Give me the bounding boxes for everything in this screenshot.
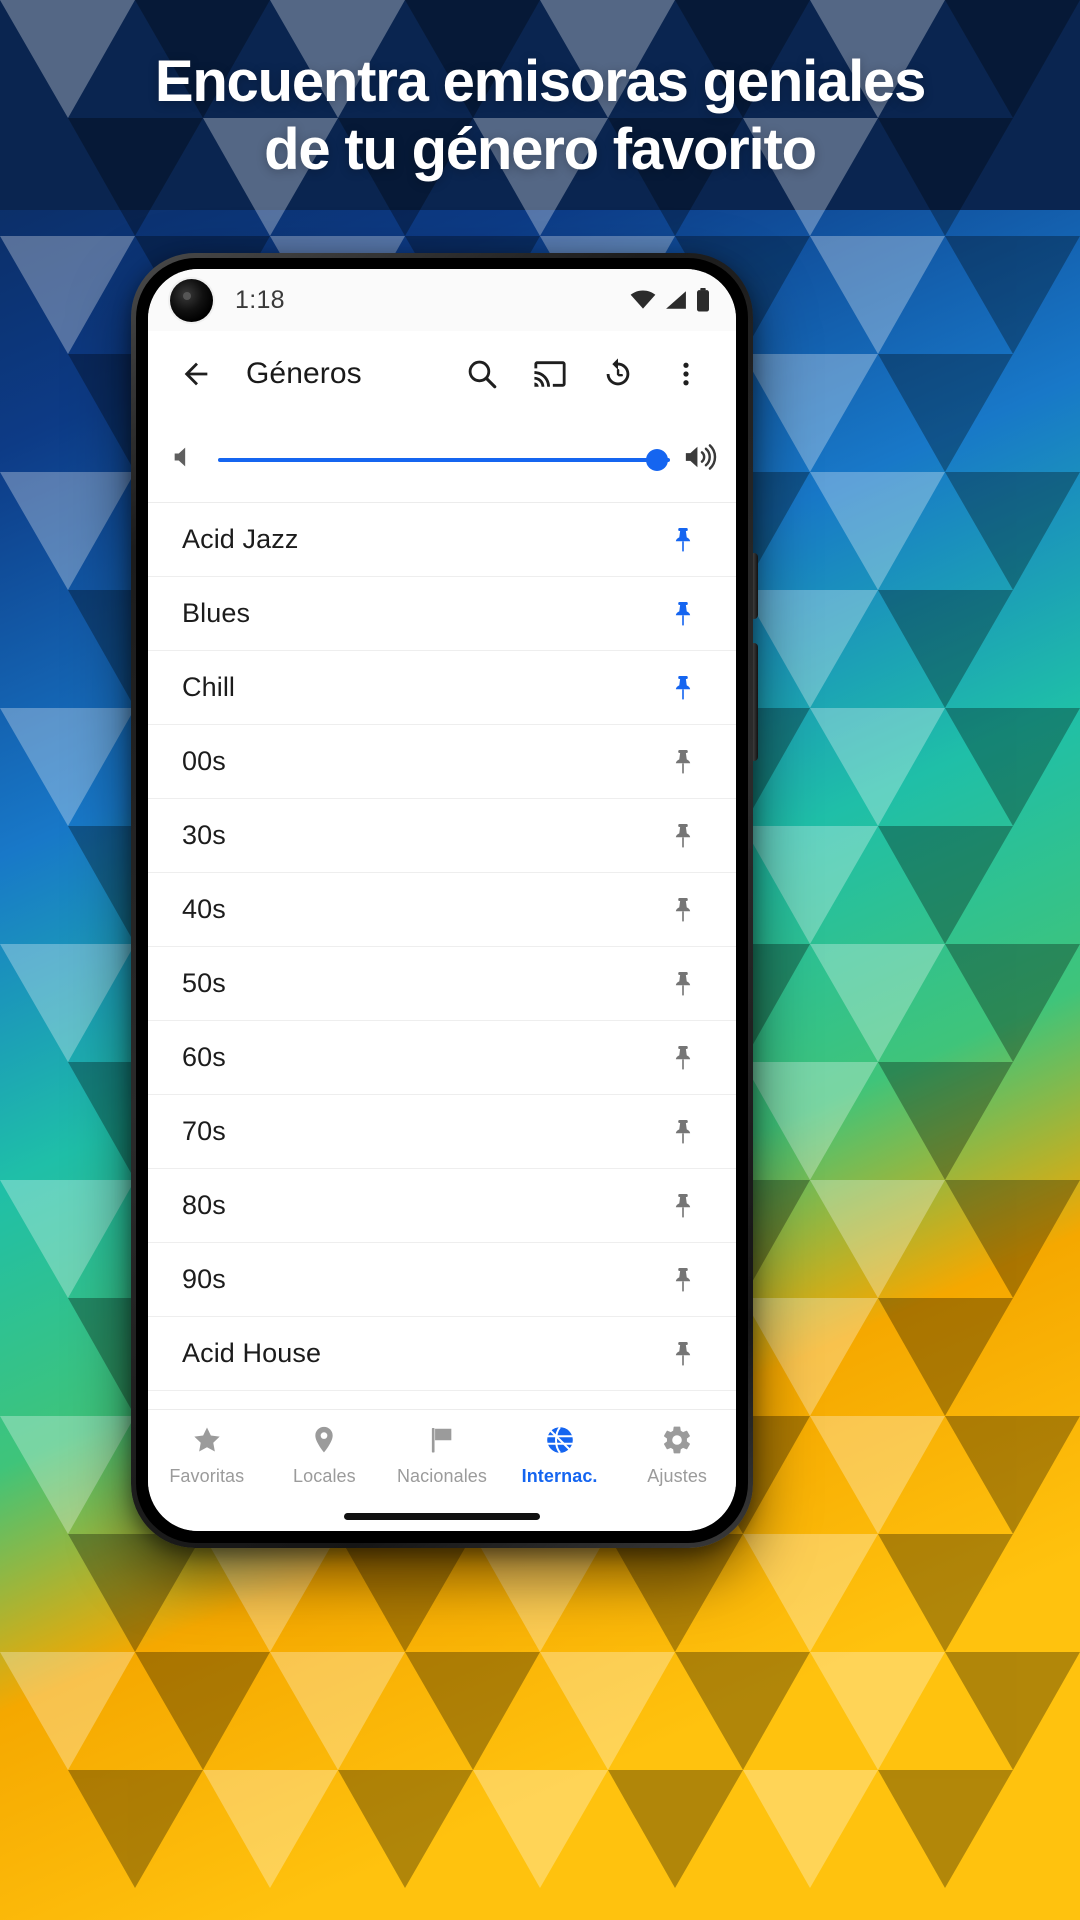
nav-item-label: Ajustes <box>647 1466 708 1486</box>
pin-icon-inactive[interactable] <box>660 1191 706 1221</box>
page-title: Géneros <box>246 357 362 390</box>
location-pin-icon <box>308 1424 340 1461</box>
nav-item-label: Locales <box>293 1466 356 1486</box>
pin-icon-inactive[interactable] <box>660 1117 706 1147</box>
overflow-menu-icon[interactable] <box>658 346 714 402</box>
bottom-navigation[interactable]: Favoritas Locales Nacionales Internac. Ajust… <box>148 1409 736 1501</box>
pin-icon-active[interactable] <box>660 599 706 629</box>
volume-slider[interactable] <box>218 445 670 475</box>
genre-label: 60s <box>182 1042 226 1072</box>
pin-icon-inactive[interactable] <box>660 1265 706 1295</box>
app-bar-actions <box>454 346 714 402</box>
phone-mockup: 1:18 Géneros Acid Jazz Blues Chill 00s 3… <box>131 253 758 1548</box>
genre-row[interactable]: 30s <box>148 799 736 873</box>
wifi-icon <box>630 290 656 309</box>
star-icon <box>191 1424 223 1461</box>
genre-label: 50s <box>182 968 226 998</box>
gesture-navigation-bar <box>148 1501 736 1531</box>
pin-icon-inactive[interactable] <box>660 969 706 999</box>
genre-label: Acid Jazz <box>182 524 299 554</box>
genre-row[interactable]: 60s <box>148 1021 736 1095</box>
genre-label: 40s <box>182 894 226 924</box>
genre-row[interactable]: Chill <box>148 651 736 725</box>
pin-icon-inactive[interactable] <box>660 1339 706 1369</box>
headline-line-1: Encuentra emisoras geniales <box>154 49 926 114</box>
nav-item-label: Nacionales <box>396 1466 488 1486</box>
genre-label: Acid House <box>182 1338 322 1368</box>
globe-icon <box>544 1424 576 1461</box>
volume-up-icon[interactable] <box>682 441 718 478</box>
status-bar: 1:18 <box>148 269 736 331</box>
battery-icon <box>697 288 709 312</box>
nav-item-label: Internac. <box>521 1466 598 1486</box>
nav-item-favoritas[interactable]: Favoritas <box>148 1410 266 1501</box>
genre-row[interactable]: 00s <box>148 725 736 799</box>
flag-icon <box>426 1424 458 1461</box>
volume-mute-icon[interactable] <box>170 443 198 476</box>
status-bar-icons <box>630 288 710 312</box>
volume-slider-track <box>218 457 670 462</box>
nav-item-internac[interactable]: Internac. <box>501 1410 619 1501</box>
genre-row[interactable]: 70s <box>148 1095 736 1169</box>
pin-icon-active[interactable] <box>660 525 706 555</box>
search-icon[interactable] <box>454 346 510 402</box>
nav-item-nacionales[interactable]: Nacionales <box>383 1410 501 1501</box>
pin-icon-active[interactable] <box>660 673 706 703</box>
genre-row[interactable]: Acid House <box>148 1317 736 1391</box>
genre-row[interactable]: Acid Jazz <box>148 503 736 577</box>
genre-row[interactable]: 90s <box>148 1243 736 1317</box>
page-headline: Encuentra emisoras geniales de tu género… <box>0 48 1080 184</box>
genre-list[interactable]: Acid Jazz Blues Chill 00s 30s 40s 50s 60s 70s 80s… <box>148 503 736 1409</box>
back-arrow-icon[interactable] <box>168 346 224 402</box>
genre-label: 30s <box>182 820 226 850</box>
power-button[interactable] <box>753 553 758 619</box>
volume-slider-row <box>148 417 736 503</box>
pin-icon-inactive[interactable] <box>660 747 706 777</box>
genre-label: 90s <box>182 1264 226 1294</box>
cast-icon[interactable] <box>522 346 578 402</box>
nav-item-ajustes[interactable]: Ajustes <box>618 1410 736 1501</box>
pin-icon-inactive[interactable] <box>660 821 706 851</box>
phone-bezel: 1:18 Géneros Acid Jazz Blues Chill 00s 3… <box>136 258 748 1543</box>
volume-button[interactable] <box>753 643 758 761</box>
cellular-signal-icon <box>666 291 686 309</box>
headline-line-2: de tu género favorito <box>264 116 817 182</box>
pin-icon-inactive[interactable] <box>660 1043 706 1073</box>
nav-item-label: Favoritas <box>169 1466 245 1486</box>
genre-label: Blues <box>182 598 251 628</box>
gesture-pill[interactable] <box>344 1512 540 1520</box>
genre-label: 70s <box>182 1116 226 1146</box>
front-camera-punchhole <box>170 278 213 322</box>
phone-screen: 1:18 Géneros Acid Jazz Blues Chill 00s 3… <box>148 269 736 1531</box>
sleep-timer-icon[interactable] <box>590 346 646 402</box>
nav-item-locales[interactable]: Locales <box>266 1410 384 1501</box>
genre-row[interactable]: 50s <box>148 947 736 1021</box>
genre-label: 00s <box>182 746 226 776</box>
status-bar-clock: 1:18 <box>235 285 285 314</box>
genre-row[interactable]: Blues <box>148 577 736 651</box>
volume-slider-thumb[interactable] <box>646 448 668 471</box>
genre-row[interactable]: 80s <box>148 1169 736 1243</box>
genre-label: Chill <box>182 672 236 702</box>
genre-label: 80s <box>182 1190 226 1220</box>
gear-icon <box>661 1424 693 1461</box>
genre-row[interactable]: 40s <box>148 873 736 947</box>
app-bar: Géneros <box>148 331 736 417</box>
pin-icon-inactive[interactable] <box>660 895 706 925</box>
